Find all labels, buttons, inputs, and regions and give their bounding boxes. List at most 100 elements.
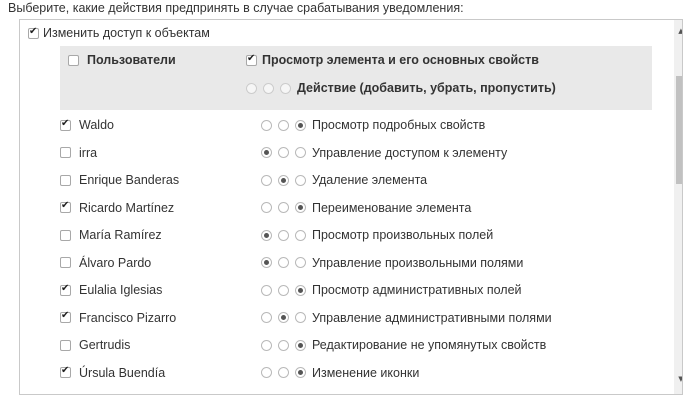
permission-radio-remove[interactable] bbox=[278, 284, 289, 296]
permission-radio-skip[interactable] bbox=[295, 339, 306, 351]
user-checkbox[interactable] bbox=[60, 257, 71, 268]
user-cell[interactable]: Waldo bbox=[60, 111, 114, 139]
user-checkbox[interactable] bbox=[60, 365, 71, 378]
permission-radio-skip[interactable] bbox=[295, 367, 306, 378]
action-header-label: Действие (добавить, убрать, пропустить) bbox=[297, 81, 556, 95]
user-name: irra bbox=[79, 145, 98, 160]
permission-radio-skip[interactable] bbox=[295, 202, 306, 213]
change-access-checkbox[interactable] bbox=[28, 26, 39, 39]
permission-radio-remove[interactable] bbox=[278, 257, 289, 268]
users-select-all-checkbox[interactable] bbox=[68, 55, 79, 66]
permission-label: Управление произвольными полями bbox=[312, 255, 524, 270]
user-name: Ricardo Martínez bbox=[79, 200, 175, 215]
user-name: Álvaro Pardo bbox=[79, 255, 152, 270]
table-row: Álvaro Pardo Управление произвольными пол… bbox=[40, 249, 660, 277]
change-access-label: Изменить доступ к объектам bbox=[43, 26, 210, 40]
change-access-option[interactable]: Изменить доступ к объектам bbox=[28, 26, 210, 40]
permission-cell: Управление произвольными полями bbox=[261, 249, 523, 277]
user-checkbox[interactable] bbox=[60, 147, 71, 158]
permission-radio-add[interactable] bbox=[261, 284, 272, 296]
view-item-checkbox[interactable] bbox=[246, 53, 257, 66]
user-cell[interactable]: Ricardo Martínez bbox=[60, 194, 174, 222]
table-row: Gertrudis Редактирование не упомянутых св… bbox=[40, 331, 660, 359]
user-checkbox[interactable] bbox=[60, 174, 71, 186]
table-row: Ricardo Martínez Переименование элемента bbox=[40, 194, 660, 222]
permission-radio-remove[interactable] bbox=[278, 312, 289, 323]
permission-cell: Управление административными полями bbox=[261, 304, 552, 332]
permission-radio-skip[interactable] bbox=[295, 229, 306, 241]
permission-cell: Редактирование не упомянутых свойств bbox=[261, 331, 546, 359]
permission-radio-add[interactable] bbox=[261, 312, 272, 323]
permission-radio-remove[interactable] bbox=[278, 202, 289, 213]
permission-radio-remove[interactable] bbox=[278, 174, 289, 186]
permission-cell: Изменение иконки bbox=[261, 359, 419, 387]
user-name: María Ramírez bbox=[79, 228, 162, 242]
user-checkbox[interactable] bbox=[60, 283, 71, 296]
permission-radio-remove[interactable] bbox=[278, 229, 289, 241]
permission-radio-add[interactable] bbox=[261, 147, 272, 158]
permission-radio-remove[interactable] bbox=[278, 147, 289, 158]
table-row: Úrsula Buendía Изменение иконки bbox=[40, 359, 660, 387]
permission-radio-remove[interactable] bbox=[278, 119, 289, 131]
table-row: Francisco Pizarro Управление администрати… bbox=[40, 304, 660, 332]
user-checkbox[interactable] bbox=[60, 229, 71, 241]
scroll-down-icon[interactable]: ▼ bbox=[674, 372, 682, 386]
scroll-up-icon[interactable]: ▲ bbox=[674, 24, 682, 38]
permission-radio-skip[interactable] bbox=[295, 312, 306, 323]
permission-radio-add[interactable] bbox=[261, 367, 272, 378]
user-cell[interactable]: Álvaro Pardo bbox=[60, 249, 151, 277]
table-row: Enrique Banderas Удаление элемента bbox=[40, 166, 660, 194]
user-name: Francisco Pizarro bbox=[79, 310, 177, 325]
permission-radio-add[interactable] bbox=[261, 119, 272, 131]
permission-label: Просмотр административных полей bbox=[312, 283, 522, 297]
action-header-radios: Действие (добавить, убрать, пропустить) bbox=[246, 81, 556, 95]
table-row: irra Управление доступом к элементу bbox=[40, 139, 660, 167]
user-cell[interactable]: Úrsula Buendía bbox=[60, 359, 165, 387]
action-radio-add[interactable] bbox=[246, 82, 257, 94]
permission-radio-add[interactable] bbox=[261, 202, 272, 213]
permission-radio-add[interactable] bbox=[261, 174, 272, 186]
permission-cell: Переименование элемента bbox=[261, 194, 471, 222]
permission-radio-remove[interactable] bbox=[278, 339, 289, 351]
permission-radio-skip[interactable] bbox=[295, 284, 306, 296]
view-item-label: Просмотр элемента и его основных свойств bbox=[262, 53, 539, 67]
action-radio-skip[interactable] bbox=[280, 82, 291, 94]
user-cell[interactable]: irra bbox=[60, 139, 97, 167]
permission-cell: Просмотр административных полей bbox=[261, 276, 522, 304]
vertical-scrollbar[interactable]: ▲ ▼ bbox=[674, 20, 682, 394]
permission-radio-skip[interactable] bbox=[295, 147, 306, 158]
user-checkbox[interactable] bbox=[60, 310, 71, 323]
permission-radio-add[interactable] bbox=[261, 257, 272, 268]
permission-radio-skip[interactable] bbox=[295, 119, 306, 131]
table-row: Eulalia Iglesias Просмотр административны… bbox=[40, 276, 660, 304]
permissions-header: Просмотр элемента и его основных свойств… bbox=[240, 46, 652, 110]
permission-cell: Просмотр произвольных полей bbox=[261, 221, 493, 249]
permission-label: Просмотр произвольных полей bbox=[312, 228, 494, 242]
action-radio-remove[interactable] bbox=[263, 82, 274, 94]
user-name: Waldo bbox=[79, 118, 114, 132]
permission-radio-skip[interactable] bbox=[295, 257, 306, 268]
user-cell[interactable]: Gertrudis bbox=[60, 331, 130, 359]
user-cell[interactable]: Enrique Banderas bbox=[60, 166, 179, 194]
actions-panel: Изменить доступ к объектам Пользователи … bbox=[19, 19, 683, 395]
permission-radio-skip[interactable] bbox=[295, 174, 306, 186]
user-checkbox[interactable] bbox=[60, 118, 71, 131]
permission-label: Переименование элемента bbox=[312, 200, 472, 215]
permission-cell: Просмотр подробных свойств bbox=[261, 111, 485, 139]
user-cell[interactable]: Francisco Pizarro bbox=[60, 304, 176, 332]
permission-radio-remove[interactable] bbox=[278, 367, 289, 378]
permission-cell: Управление доступом к элементу bbox=[261, 139, 507, 167]
user-name: Enrique Banderas bbox=[79, 173, 180, 187]
user-cell[interactable]: María Ramírez bbox=[60, 221, 162, 249]
permission-radio-add[interactable] bbox=[261, 339, 272, 351]
permission-radio-add[interactable] bbox=[261, 229, 272, 241]
permission-label: Просмотр подробных свойств bbox=[312, 118, 486, 132]
permission-cell: Удаление элемента bbox=[261, 166, 427, 194]
user-checkbox[interactable] bbox=[60, 200, 71, 213]
user-checkbox[interactable] bbox=[60, 339, 71, 351]
user-name: Eulalia Iglesias bbox=[79, 283, 163, 297]
permission-label: Редактирование не упомянутых свойств bbox=[312, 338, 547, 352]
user-cell[interactable]: Eulalia Iglesias bbox=[60, 276, 162, 304]
scroll-thumb[interactable] bbox=[676, 76, 682, 184]
users-header-label: Пользователи bbox=[87, 53, 176, 67]
